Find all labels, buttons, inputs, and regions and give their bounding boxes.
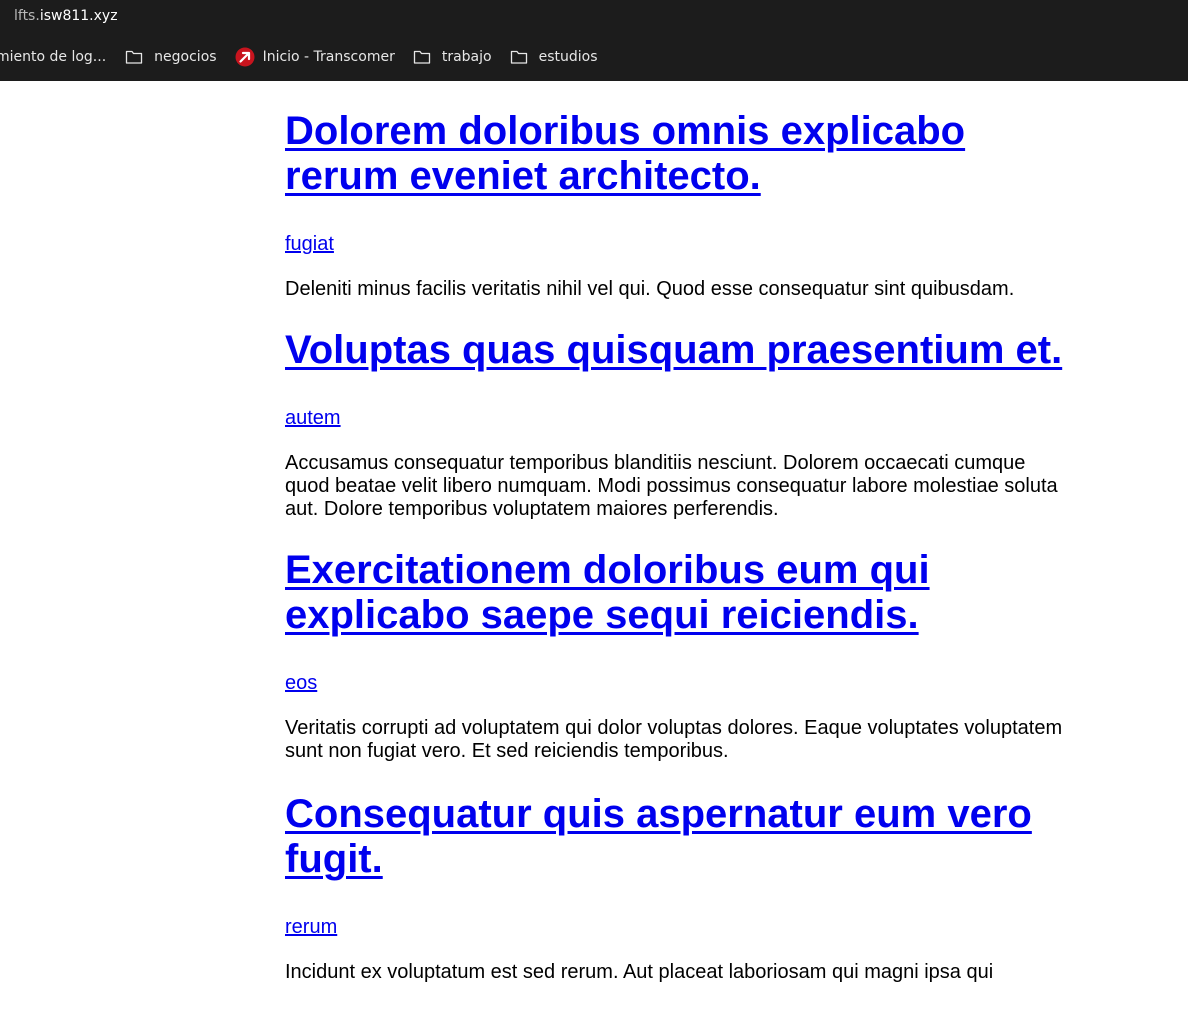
folder-icon bbox=[413, 50, 430, 64]
post-category-link[interactable]: fugiat bbox=[285, 232, 1065, 256]
post-item: Exercitationem doloribus eum qui explica… bbox=[285, 548, 1065, 763]
bookmarks-bar: miento de log... negocios Inicio - Trans… bbox=[0, 47, 615, 67]
post-category-link[interactable]: autem bbox=[285, 406, 1065, 430]
post-excerpt: Accusamus consequatur temporibus blandit… bbox=[285, 452, 1058, 520]
bookmark-label: negocios bbox=[154, 49, 217, 65]
bookmark-folder-negocios[interactable]: negocios bbox=[125, 49, 217, 65]
bookmark-folder-estudios[interactable]: estudios bbox=[510, 49, 598, 65]
bookmark-inicio-transcomer[interactable]: Inicio - Transcomer bbox=[235, 47, 395, 67]
bookmark-label: estudios bbox=[538, 49, 598, 65]
post-category-link[interactable]: rerum bbox=[285, 915, 1065, 939]
post-excerpt: Incidunt ex voluptatum est sed rerum. Au… bbox=[285, 961, 994, 983]
post-title-link[interactable]: Exercitationem doloribus eum qui explica… bbox=[285, 548, 930, 637]
post-item: Dolorem doloribus omnis explicabo rerum … bbox=[285, 109, 1065, 301]
post-list: Dolorem doloribus omnis explicabo rerum … bbox=[285, 81, 1065, 984]
post-title: Consequatur quis aspernatur eum vero fug… bbox=[285, 792, 1065, 882]
post-title-link[interactable]: Consequatur quis aspernatur eum vero fug… bbox=[285, 792, 1032, 881]
post-excerpt: Veritatis corrupti ad voluptatem qui dol… bbox=[285, 717, 1063, 762]
post-title: Voluptas quas quisquam praesentium et. bbox=[285, 328, 1065, 373]
bookmark-label: miento de log... bbox=[0, 49, 107, 65]
browser-toolbar: lfts.isw811.xyz miento de log... negocio… bbox=[0, 0, 1188, 81]
post-title-link[interactable]: Dolorem doloribus omnis explicabo rerum … bbox=[285, 109, 965, 198]
post-excerpt: Deleniti minus facilis veritatis nihil v… bbox=[285, 278, 1015, 300]
post-title: Exercitationem doloribus eum qui explica… bbox=[285, 548, 1065, 638]
transcomer-favicon-icon bbox=[235, 47, 255, 67]
bookmark-label: Inicio - Transcomer bbox=[262, 49, 395, 65]
url-subdomain: lfts. bbox=[14, 8, 40, 24]
folder-icon bbox=[510, 50, 527, 64]
post-title-link[interactable]: Voluptas quas quisquam praesentium et. bbox=[285, 328, 1062, 372]
bookmark-folder-trabajo[interactable]: trabajo bbox=[413, 49, 492, 65]
bookmark-item-logistics[interactable]: miento de log... bbox=[0, 49, 106, 65]
folder-icon bbox=[126, 50, 143, 64]
post-title: Dolorem doloribus omnis explicabo rerum … bbox=[285, 109, 1065, 199]
url-domain: isw811.xyz bbox=[39, 8, 118, 24]
post-item: Consequatur quis aspernatur eum vero fug… bbox=[285, 792, 1065, 984]
address-bar[interactable]: lfts.isw811.xyz bbox=[14, 7, 118, 25]
post-item: Voluptas quas quisquam praesentium et. a… bbox=[285, 328, 1065, 521]
post-category-link[interactable]: eos bbox=[285, 671, 1065, 695]
bookmark-label: trabajo bbox=[441, 49, 492, 65]
